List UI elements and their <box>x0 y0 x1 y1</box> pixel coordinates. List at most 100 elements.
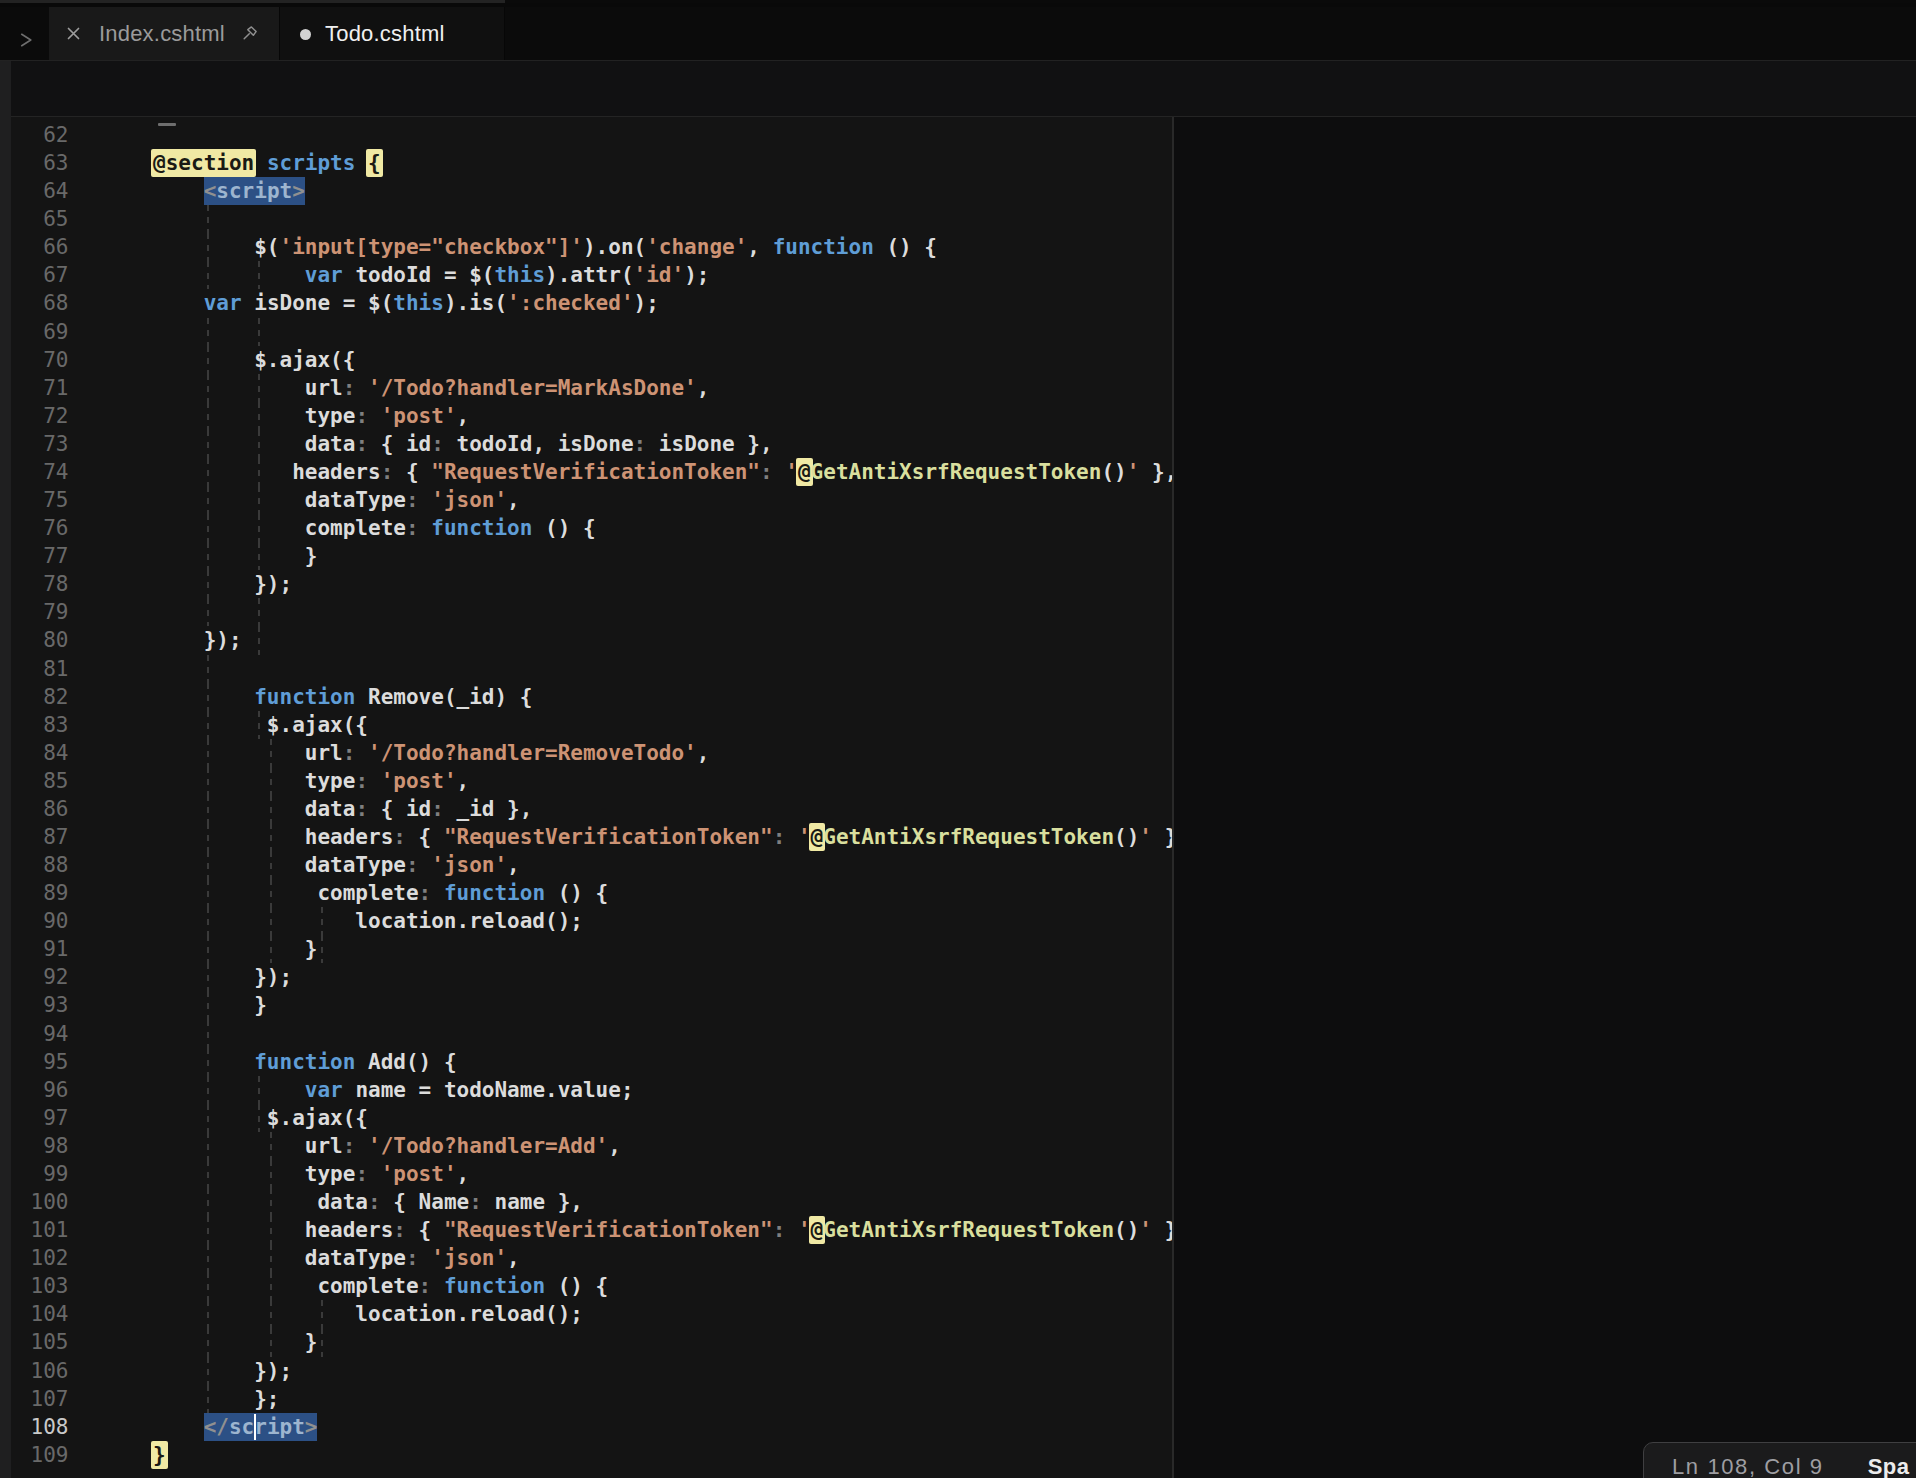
code-line-67[interactable]: 67 var todoId = $(this).attr('id'); <box>0 261 1172 289</box>
code-text: <script> <box>103 177 305 205</box>
code-line-81[interactable]: 81 <box>0 655 1172 683</box>
indent-guide <box>321 1328 323 1356</box>
window-top-strip-right <box>505 0 1916 3</box>
code-line-62[interactable]: 62 <box>0 121 1172 149</box>
code-text: dataType: 'json', <box>103 486 520 514</box>
code-text: headers: { "RequestVerificationToken": '… <box>103 1216 1190 1244</box>
code-line-107[interactable]: 107 }; <box>0 1385 1172 1413</box>
indentation-label[interactable]: Spa <box>1868 1454 1910 1478</box>
code-line-74[interactable]: 74 headers: { "RequestVerificationToken"… <box>0 458 1172 486</box>
code-line-98[interactable]: 98 url: '/Todo?handler=Add', <box>0 1132 1172 1160</box>
code-text: $.ajax({ <box>103 711 369 739</box>
code-line-82[interactable]: 82 function Remove(_id) { <box>0 683 1172 711</box>
code-line-76[interactable]: 76 complete: function () { <box>0 514 1172 542</box>
tab-label: Index.cshtml <box>99 21 225 47</box>
code-line-103[interactable]: 103 complete: function () { <box>0 1272 1172 1300</box>
code-line-78[interactable]: 78 }); <box>0 570 1172 598</box>
code-line-85[interactable]: 85 type: 'post', <box>0 767 1172 795</box>
code-line-109[interactable]: 109 } <box>0 1441 1172 1469</box>
code-text: location.reload(); <box>103 907 583 935</box>
indent-guide <box>258 598 260 626</box>
code-line-105[interactable]: 105 } <box>0 1328 1172 1356</box>
code-text: $.ajax({ <box>103 1104 369 1132</box>
code-text: complete: function () { <box>103 514 596 542</box>
indent-guide <box>258 626 260 654</box>
indent-guide <box>207 205 209 233</box>
code-line-83[interactable]: 83 $.ajax({ <box>0 711 1172 739</box>
code-line-70[interactable]: 70 $.ajax({ <box>0 346 1172 374</box>
code-text: data: { id: todoId, isDone: isDone }, <box>103 430 773 458</box>
code-line-102[interactable]: 102 dataType: 'json', <box>0 1244 1172 1272</box>
code-text: url: '/Todo?handler=MarkAsDone', <box>103 374 710 402</box>
code-text: }); <box>103 626 242 654</box>
code-line-104[interactable]: 104 location.reload(); <box>0 1300 1172 1328</box>
editor-pane[interactable]: 6263 @section scripts {64 <script>6566 $… <box>0 117 1172 1478</box>
code-text: function Remove(_id) { <box>103 683 533 711</box>
code-line-86[interactable]: 86 data: { id: _id }, <box>0 795 1172 823</box>
indent-guide <box>207 1020 209 1048</box>
code-line-106[interactable]: 106 }); <box>0 1357 1172 1385</box>
code-line-88[interactable]: 88 dataType: 'json', <box>0 851 1172 879</box>
selection-highlight: </script> <box>204 1413 318 1441</box>
code-line-90[interactable]: 90 location.reload(); <box>0 907 1172 935</box>
code-text: } <box>103 542 318 570</box>
code-line-72[interactable]: 72 type: 'post', <box>0 402 1172 430</box>
code-text: $('input[type="checkbox"]').on('change',… <box>103 233 938 261</box>
code-text: }); <box>103 963 293 991</box>
code-line-92[interactable]: 92 }); <box>0 963 1172 991</box>
code-line-69[interactable]: 69 <box>0 318 1172 346</box>
chevron-right-icon[interactable] <box>16 31 34 49</box>
code-line-73[interactable]: 73 data: { id: todoId, isDone: isDone }, <box>0 430 1172 458</box>
code-text: url: '/Todo?handler=Add', <box>103 1132 621 1160</box>
code-line-84[interactable]: 84 url: '/Todo?handler=RemoveTodo', <box>0 739 1172 767</box>
indent-guide <box>321 935 323 963</box>
code-text: data: { Name: name }, <box>103 1188 584 1216</box>
code-line-68[interactable]: 68 var isDone = $(this).is(':checked'); <box>0 289 1172 317</box>
code-line-87[interactable]: 87 headers: { "RequestVerificationToken"… <box>0 823 1172 851</box>
code-line-66[interactable]: 66 $('input[type="checkbox"]').on('chang… <box>0 233 1172 261</box>
code-line-94[interactable]: 94 <box>0 1020 1172 1048</box>
empty-editor-group <box>1174 117 1916 1478</box>
code-line-79[interactable]: 79 <box>0 598 1172 626</box>
code-text: } <box>103 1441 166 1469</box>
code-line-101[interactable]: 101 headers: { "RequestVerificationToken… <box>0 1216 1172 1244</box>
code-line-80[interactable]: 80 }); <box>0 626 1172 654</box>
code-line-95[interactable]: 95 function Add() { <box>0 1048 1172 1076</box>
code-line-99[interactable]: 99 type: 'post', <box>0 1160 1172 1188</box>
code-text: dataType: 'json', <box>103 1244 520 1272</box>
code-text: var name = todoName.value; <box>103 1076 634 1104</box>
code-text: } <box>103 1328 318 1356</box>
code-text: </script> <box>103 1413 318 1441</box>
code-line-108[interactable]: 108 </script> <box>0 1413 1172 1441</box>
code-line-63[interactable]: 63 @section scripts { <box>0 149 1172 177</box>
dirty-indicator-icon[interactable] <box>300 29 311 40</box>
code-line-97[interactable]: 97 $.ajax({ <box>0 1104 1172 1132</box>
code-text: type: 'post', <box>103 767 470 795</box>
tab-todo-cshtml[interactable]: Todo.cshtml <box>280 7 505 61</box>
breadcrumbs-bar <box>0 61 1916 116</box>
close-icon[interactable] <box>66 26 81 41</box>
code-line-93[interactable]: 93 } <box>0 991 1172 1019</box>
code-text: }); <box>103 570 293 598</box>
code-text: }); <box>103 1357 293 1385</box>
code-line-91[interactable]: 91 } <box>0 935 1172 963</box>
tab-index-cshtml[interactable]: Index.cshtml <box>49 7 280 60</box>
code-line-71[interactable]: 71 url: '/Todo?handler=MarkAsDone', <box>0 374 1172 402</box>
code-text: url: '/Todo?handler=RemoveTodo', <box>103 739 710 767</box>
code-text: complete: function () { <box>103 1272 609 1300</box>
cursor-position[interactable]: Ln 108, Col 9 <box>1672 1454 1824 1478</box>
code-line-96[interactable]: 96 var name = todoName.value; <box>0 1076 1172 1104</box>
code-line-75[interactable]: 75 dataType: 'json', <box>0 486 1172 514</box>
code-line-77[interactable]: 77 } <box>0 542 1172 570</box>
selection-highlight: <script> <box>204 177 305 205</box>
code-line-65[interactable]: 65 <box>0 205 1172 233</box>
pin-icon[interactable] <box>241 25 258 42</box>
code-text: data: { id: _id }, <box>103 795 533 823</box>
code-line-64[interactable]: 64 <script> <box>0 177 1172 205</box>
left-edge-strip <box>0 61 11 1478</box>
code-line-89[interactable]: 89 complete: function () { <box>0 879 1172 907</box>
code-text: dataType: 'json', <box>103 851 520 879</box>
code-text: function Add() { <box>103 1048 457 1076</box>
code-line-100[interactable]: 100 data: { Name: name }, <box>0 1188 1172 1216</box>
indent-guide <box>207 655 209 683</box>
